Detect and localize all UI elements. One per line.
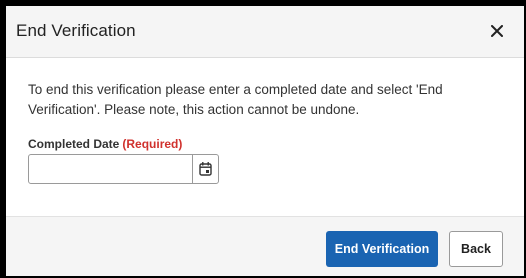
completed-date-input[interactable] [29,155,192,183]
end-verification-dialog: End Verification To end this verificatio… [6,6,524,276]
dialog-message: To end this verification please enter a … [28,82,443,117]
dialog-title: End Verification [16,21,136,40]
end-verification-button[interactable]: End Verification [326,231,438,267]
required-indicator: (Required) [122,137,183,151]
calendar-icon [199,162,212,176]
completed-date-label-text: Completed Date [28,137,120,151]
close-icon [491,25,503,37]
dialog-header: End Verification [6,6,524,58]
calendar-button[interactable] [192,155,218,183]
back-button[interactable]: Back [449,231,503,267]
close-button[interactable] [488,22,506,40]
completed-date-field [28,154,219,184]
dialog-body: To end this verification please enter a … [6,58,524,222]
dialog-footer: End Verification Back [6,216,524,276]
completed-date-label: Completed Date (Required) [28,137,182,151]
